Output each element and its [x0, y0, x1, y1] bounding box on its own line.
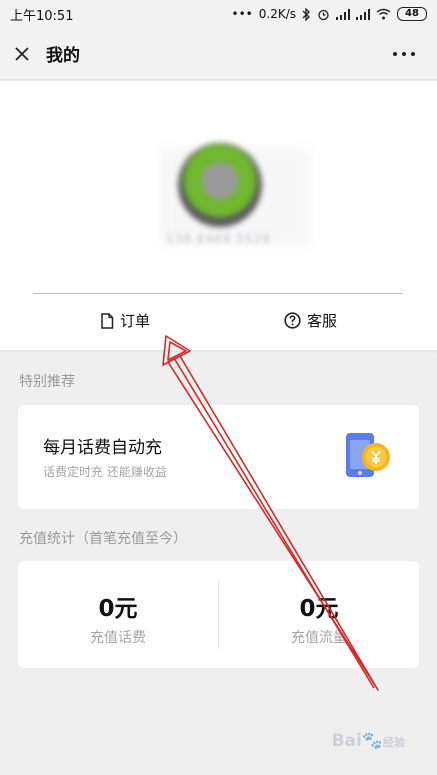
phone-number: 138 6469 5528 [166, 232, 271, 246]
stat-phone-topup-value: 0元 [98, 596, 138, 622]
watermark-suffix: 经验 [383, 736, 405, 749]
stats-section-label: 充值统计（首笔充值至今） [19, 531, 187, 547]
stat-data-topup-label: 充值流量 [291, 630, 347, 646]
status-icons: ••• 0.2K/s 48 [232, 7, 427, 21]
signal-icon-2 [356, 8, 370, 20]
profile-actions: 订单 客服 [0, 306, 437, 336]
stat-phone-topup-label: 充值话费 [90, 630, 146, 646]
close-icon[interactable] [14, 46, 30, 62]
orders-button[interactable]: 订单 [100, 310, 150, 331]
status-dots: ••• [231, 7, 253, 21]
watermark-text: Bai [331, 731, 362, 751]
bluetooth-icon [302, 7, 310, 21]
help-circle-icon [284, 312, 301, 329]
paw-icon: 🐾 [361, 731, 383, 751]
battery-indicator: 48 [397, 7, 427, 21]
auto-topup-title: 每月话费自动充 [43, 438, 162, 458]
auto-topup-subtitle: 话费定时充 还能赚收益 [43, 465, 167, 479]
document-icon [101, 312, 114, 329]
avatar [178, 143, 262, 227]
stat-phone-topup: 0元 充值话费 [18, 561, 218, 668]
nav-bar: 我的 [0, 28, 437, 80]
status-net-speed: 0.2K/s [258, 7, 296, 21]
more-icon[interactable] [393, 52, 415, 56]
page-title: 我的 [46, 46, 80, 66]
profile-divider [33, 293, 403, 294]
orders-label: 订单 [120, 312, 151, 330]
customer-service-label: 客服 [307, 312, 338, 330]
signal-icon [336, 8, 350, 20]
watermark-logo: Bai🐾经验 [332, 731, 405, 751]
special-section-label: 特别推荐 [19, 374, 75, 390]
stat-data-topup-value: 0元 [299, 596, 339, 622]
stats-card: 0元 充值话费 0元 充值流量 [18, 561, 419, 668]
profile-card: 138 6469 5528 订单 客服 [0, 81, 437, 350]
alarm-icon [318, 9, 329, 20]
status-time: 上午10:51 [10, 8, 74, 24]
status-bar: 上午10:51 ••• 0.2K/s 48 [0, 0, 437, 28]
wifi-icon [376, 8, 391, 20]
auto-topup-card[interactable]: 每月话费自动充 话费定时充 还能赚收益 [18, 405, 419, 509]
phone-yuan-icon [346, 433, 390, 477]
customer-service-button[interactable]: 客服 [284, 310, 337, 331]
stat-data-topup: 0元 充值流量 [219, 561, 419, 668]
